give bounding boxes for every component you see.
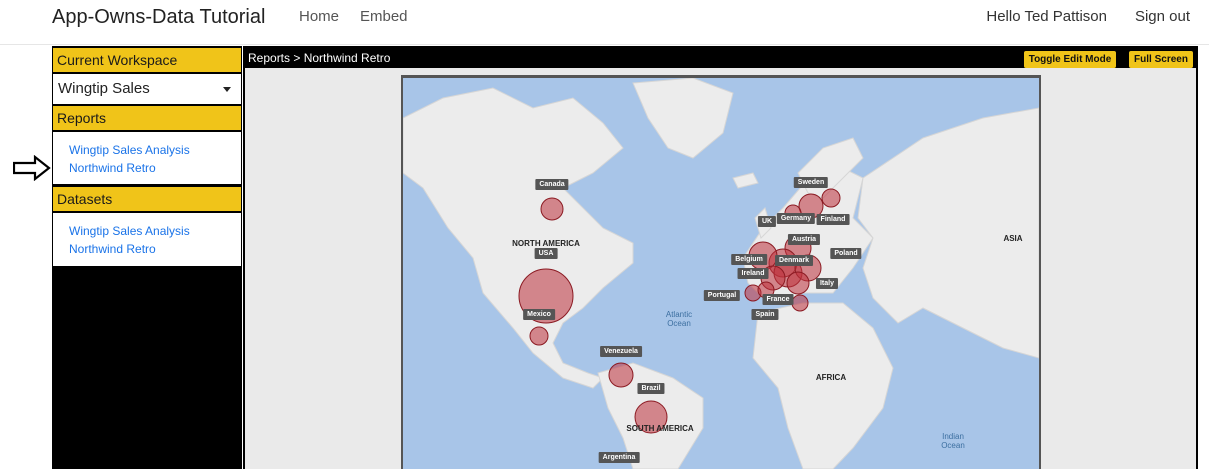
bubble-canada [540, 197, 564, 221]
report-toolbar: Reports > Northwind Retro Toggle Edit Mo… [243, 46, 1198, 68]
north-america-land [403, 87, 634, 389]
ocean-indian: Indian Ocean [941, 432, 965, 450]
label-argentina: Argentina [598, 452, 640, 463]
report-link-wingtip[interactable]: Wingtip Sales Analysis [69, 143, 190, 157]
dataset-link-wingtip[interactable]: Wingtip Sales Analysis [69, 224, 190, 238]
reports-list: Wingtip Sales Analysis Northwind Retro [53, 132, 241, 184]
bubble-mexico [529, 326, 549, 346]
report-canvas: Canada USA Mexico Venezuela Brazil Argen… [245, 68, 1196, 469]
region-asia: ASIA [1003, 234, 1023, 243]
label-belgium: Belgium [731, 254, 767, 265]
datasets-header: Datasets [53, 187, 241, 211]
map-visual[interactable]: Canada USA Mexico Venezuela Brazil Argen… [403, 78, 1039, 469]
label-sweden: Sweden [793, 177, 829, 188]
bubble-finland [821, 188, 841, 208]
nav-embed-link[interactable]: Embed [360, 8, 408, 25]
asia-land [857, 107, 1039, 359]
region-south-america: SOUTH AMERICA [626, 424, 694, 433]
greenland-land [632, 78, 734, 159]
label-usa: USA [534, 248, 558, 259]
datasets-list: Wingtip Sales Analysis Northwind Retro [53, 213, 241, 266]
user-greeting: Hello Ted Pattison [986, 8, 1107, 25]
label-italy: Italy [815, 278, 839, 289]
breadcrumb: Reports > Northwind Retro [248, 51, 391, 65]
toggle-edit-mode-button[interactable]: Toggle Edit Mode [1024, 51, 1116, 68]
label-denmark: Denmark [775, 255, 813, 266]
report-container: Reports > Northwind Retro Toggle Edit Mo… [243, 46, 1198, 469]
reports-header: Reports [53, 106, 241, 130]
label-france: France [762, 294, 794, 305]
region-north-america: NORTH AMERICA [512, 239, 580, 248]
nav-home-link[interactable]: Home [299, 8, 339, 25]
label-brazil: Brazil [637, 383, 665, 394]
top-navbar: App-Owns-Data Tutorial Home Embed Hello … [0, 0, 1209, 45]
label-austria: Austria [787, 234, 821, 245]
workspace-select[interactable]: Wingtip Sales [53, 74, 241, 104]
left-panel: Current Workspace Wingtip Sales Reports … [52, 46, 242, 469]
report-link-northwind[interactable]: Northwind Retro [69, 161, 156, 175]
bubble-venezuela [608, 362, 634, 388]
sign-out-link[interactable]: Sign out [1135, 8, 1190, 25]
bubble-italy [786, 271, 810, 295]
label-ireland: Ireland [737, 268, 769, 279]
ocean-atlantic: Atlantic Ocean [665, 310, 693, 328]
label-spain: Spain [751, 309, 779, 320]
map-visual-frame: Canada USA Mexico Venezuela Brazil Argen… [401, 75, 1041, 469]
workspace-selected-value: Wingtip Sales [58, 80, 150, 97]
label-venezuela: Venezuela [600, 346, 642, 357]
label-portugal: Portugal [703, 290, 741, 301]
full-screen-button[interactable]: Full Screen [1129, 51, 1193, 68]
region-africa: AFRICA [815, 373, 847, 382]
label-finland: Finland [816, 214, 850, 225]
label-poland: Poland [830, 248, 862, 259]
right-arrow-icon [13, 155, 51, 181]
map-svg [403, 78, 1039, 469]
workspace-header: Current Workspace [53, 48, 241, 72]
iceland-land [732, 172, 759, 189]
label-uk: UK [757, 216, 777, 227]
label-germany: Germany [776, 213, 816, 224]
africa-land [752, 302, 894, 469]
label-mexico: Mexico [523, 309, 555, 320]
app-title[interactable]: App-Owns-Data Tutorial [52, 6, 265, 29]
bubble-france [791, 294, 809, 312]
dataset-link-northwind[interactable]: Northwind Retro [69, 242, 156, 256]
label-canada: Canada [535, 179, 569, 190]
chevron-down-icon [223, 87, 231, 92]
